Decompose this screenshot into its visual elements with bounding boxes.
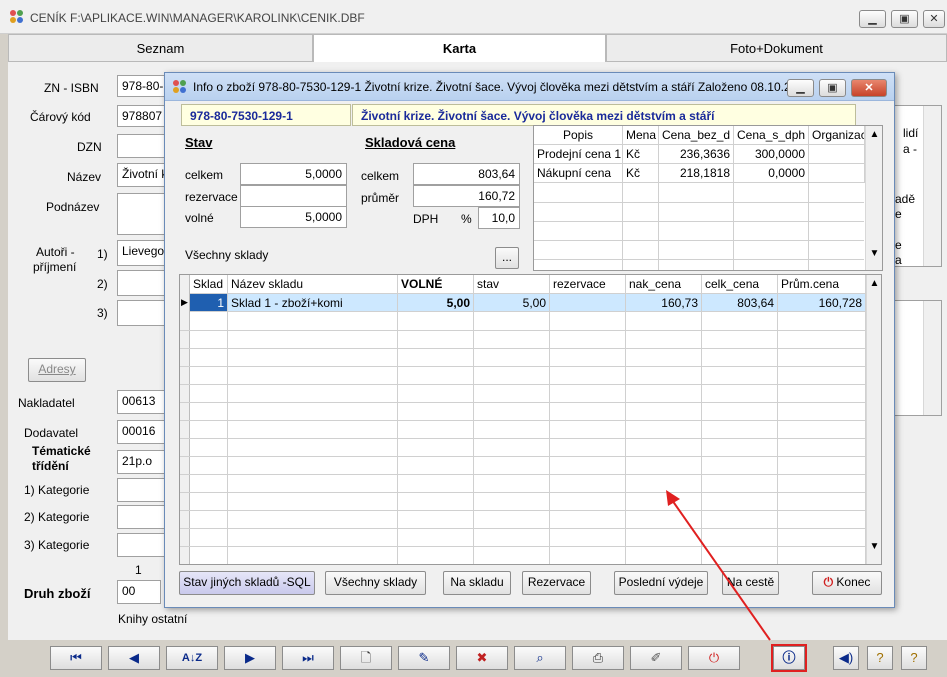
annotation-arrow-head [666,490,680,506]
annotation-arrow-line [671,499,771,641]
annotation-arrow-icon [666,490,771,641]
